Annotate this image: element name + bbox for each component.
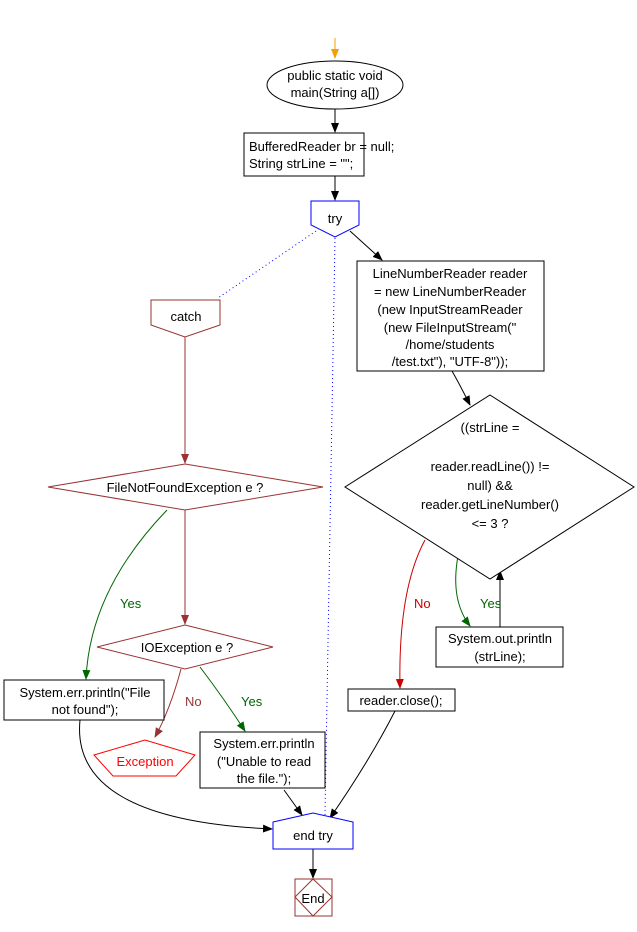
io-condition-node[interactable]: IOException e ? — [96, 624, 274, 670]
condition-line: ((strLine = — [461, 420, 520, 435]
end-try-node[interactable]: end try — [272, 812, 354, 850]
reader-line: = new LineNumberReader — [374, 284, 527, 299]
edge-condition-no — [395, 539, 426, 689]
edge-try-endtry — [324, 237, 336, 816]
fnf-condition-label: FileNotFoundException e ? — [107, 480, 264, 495]
edge-close-endtry — [329, 710, 396, 819]
edge-ioprint-endtry — [283, 789, 303, 816]
no-label: No — [414, 596, 431, 611]
reader-line: LineNumberReader reader — [373, 266, 528, 281]
reader-line: /home/students — [406, 337, 495, 352]
edge-condition-yes — [455, 555, 471, 627]
yes-label: Yes — [480, 596, 502, 611]
print-line-node[interactable]: System.out.println (strLine); — [435, 626, 564, 668]
no-label: No — [185, 694, 202, 709]
try-label: try — [328, 211, 343, 226]
end-node[interactable]: End — [294, 878, 333, 917]
io-print-node[interactable]: System.err.println ("Unable to read the … — [199, 731, 326, 789]
fnf-print-line: not found"); — [52, 702, 119, 717]
edge-reader-condition — [451, 370, 471, 406]
io-print-line: the file."); — [237, 771, 291, 786]
end-try-label: end try — [293, 828, 333, 843]
condition-line: reader.readLine()) != — [431, 459, 550, 474]
start-line: public static void — [287, 68, 382, 83]
io-condition-label: IOException e ? — [141, 640, 234, 655]
condition-line: null) && — [467, 478, 513, 493]
declare-node[interactable]: BufferedReader br = null; String strLine… — [243, 132, 394, 177]
reader-node[interactable]: LineNumberReader reader = new LineNumber… — [356, 260, 545, 372]
edge-try-catch — [217, 230, 317, 299]
flowchart: public static void main(String a[]) Buff… — [3, 38, 635, 917]
reader-line: (new InputStreamReader — [377, 302, 523, 317]
start-line: main(String a[]) — [291, 85, 380, 100]
condition-line: reader.getLineNumber() — [421, 497, 559, 512]
loop-condition-node[interactable]: ((strLine = reader.readLine()) != null) … — [344, 394, 635, 580]
start-node[interactable]: public static void main(String a[]) — [266, 60, 404, 110]
catch-node[interactable]: catch — [150, 299, 221, 338]
close-node[interactable]: reader.close(); — [347, 688, 456, 712]
print-line: (strLine); — [474, 649, 525, 664]
reader-line: (new FileInputStream(" — [384, 320, 517, 335]
edge-io-yes — [199, 666, 246, 732]
io-print-line: System.err.println — [213, 736, 314, 751]
fnf-condition-node[interactable]: FileNotFoundException e ? — [47, 463, 324, 511]
catch-label: catch — [170, 309, 201, 324]
try-node[interactable]: try — [310, 200, 360, 238]
reader-line: /test.txt"), "UTF-8")); — [392, 354, 508, 369]
exception-label: Exception — [116, 754, 173, 769]
fnf-print-line: System.err.println("File — [19, 685, 150, 700]
declare-line: String strLine = ""; — [249, 156, 353, 171]
end-label: End — [301, 891, 324, 906]
yes-label: Yes — [241, 694, 263, 709]
io-print-line: ("Unable to read — [217, 754, 311, 769]
close-label: reader.close(); — [359, 693, 442, 708]
yes-label: Yes — [120, 596, 142, 611]
condition-line: <= 3 ? — [472, 516, 509, 531]
declare-line: BufferedReader br = null; — [249, 139, 394, 154]
print-line: System.out.println — [448, 631, 552, 646]
exception-node[interactable]: Exception — [93, 739, 196, 777]
edge-try-reader — [349, 230, 383, 261]
fnf-print-node[interactable]: System.err.println("File not found"); — [3, 679, 165, 721]
